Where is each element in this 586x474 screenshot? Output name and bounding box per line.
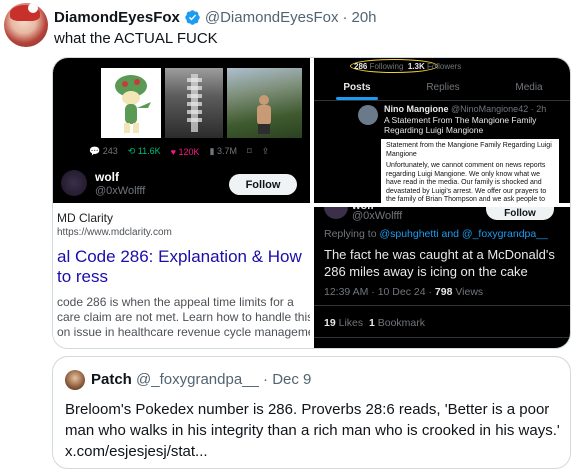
statement-title: Statement from the Mangione Family Regar… [386,142,552,158]
quoted-tweet[interactable]: Patch @_foxygrandpa__ · Dec 9 Breloom's … [52,356,571,469]
quoted-author-handle[interactable]: @_foxygrandpa__ [136,371,259,388]
profile-name: wolf [95,170,119,184]
media-image-top-left[interactable]: 💬 243 ⟲ 11.6K ♥ 120K ▮ 3.7M ⌑ ⇪ wolf @0x… [53,58,310,203]
author-handle[interactable]: @DiamondEyesFox [205,9,339,26]
reply-engagement: 19 Likes 1 Bookmark [324,317,425,329]
tab-media: Media [515,82,543,93]
search-result-site: MD Clarity [57,211,113,225]
xray-image [165,68,223,138]
divider [314,337,570,338]
post-text: A Statement From The Mangione Family Reg… [384,115,537,135]
tweet-header: DiamondEyesFox @DiamondEyesFox · 20h [54,6,377,28]
separator-dot: · [263,371,269,388]
avatar[interactable] [4,3,48,47]
post-author-avatar [358,105,378,125]
media-grid: 💬 243 ⟲ 11.6K ♥ 120K ▮ 3.7M ⌑ ⇪ wolf @0x… [52,57,571,349]
media-image-bottom-left[interactable]: MD Clarity https://www.mdclarity.com al … [53,207,310,348]
like-stat[interactable]: ♥ 120K [171,147,200,157]
quoted-author-avatar[interactable] [65,370,85,390]
follow-button: Follow [486,207,554,220]
tab-posts: Posts [314,75,400,100]
search-result-description: code 286 is when the appeal time limits … [57,295,310,339]
verified-badge-icon [185,9,200,25]
hiker-photo [227,68,302,138]
separator-dot: · [342,8,348,26]
profile-handle: @0xWolfff [95,185,146,197]
tweet: DiamondEyesFox @DiamondEyesFox · 20h wha… [0,0,586,474]
wolf-avatar [61,170,87,196]
quoted-author-name[interactable]: Patch [91,371,132,388]
bookmark-icon[interactable]: ⌑ [247,146,252,157]
follow-button: Follow [229,174,297,195]
search-result-title: al Code 286: Explanation & How to ress [57,247,302,286]
profile-tabs: Posts Replies Media [314,75,570,101]
tweet-text: what the ACTUAL FUCK [54,30,218,47]
tweet-time[interactable]: 20h [351,9,376,26]
repost-stat[interactable]: ⟲ 11.6K [128,146,161,157]
search-result-url: https://www.mdclarity.com [57,227,172,238]
share-icon[interactable]: ⇪ [262,146,270,157]
views-stat[interactable]: ▮ 3.7M [210,146,237,157]
post-stats: 💬 243 ⟲ 11.6K ♥ 120K ▮ 3.7M ⌑ ⇪ [89,146,269,157]
reply-author-handle: @0xWolfff [352,210,403,222]
tab-replies: Replies [426,82,460,93]
quoted-tweet-text: Breloom's Pokedex number is 286. Proverb… [65,401,560,460]
media-image-bottom-right[interactable]: wolf @0xWolfff Follow Replying to @spuhg… [314,207,570,348]
follow-counts: 286 Following 1.3K Followers [354,62,462,71]
statement-image: Statement from the Mangione Family Regar… [381,139,559,203]
breloom-image [101,68,161,138]
post-author: Nino Mangione @NinoMangione42 · 2h [384,104,547,114]
divider [314,305,570,306]
reply-author-avatar [324,207,348,219]
hat-pompom-decoration [28,3,38,13]
quoted-tweet-header: Patch @_foxygrandpa__ · Dec 9 [91,371,311,388]
reply-meta: 12:39 AM · 10 Dec 24 · 798 Views [324,286,484,298]
media-image-top-right[interactable]: 286 Following 1.3K Followers Posts Repli… [314,58,570,203]
statement-body: Unfortunately, we cannot comment on news… [386,162,547,203]
replying-to: Replying to @spuhghetti and @_foxygrandp… [324,228,548,240]
reply-text: The fact he was caught at a McDonald's 2… [324,247,555,279]
author-name[interactable]: DiamondEyesFox [54,9,180,26]
reply-stat[interactable]: 💬 243 [89,146,118,157]
quoted-tweet-time[interactable]: Dec 9 [272,371,311,388]
